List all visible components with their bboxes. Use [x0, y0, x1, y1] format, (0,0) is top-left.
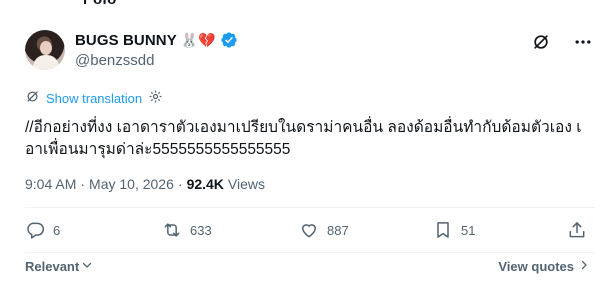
- bookmark-count: 51: [461, 222, 476, 238]
- sort-dropdown[interactable]: Relevant: [25, 259, 93, 274]
- chevron-down-icon: [81, 259, 93, 274]
- view-quotes-link[interactable]: View quotes: [498, 259, 590, 274]
- tweet-date[interactable]: May 10, 2026: [89, 176, 174, 192]
- share-icon: [567, 220, 587, 240]
- tweet-meta: 9:04 AM · May 10, 2026 · 92.4K Views: [25, 176, 265, 192]
- show-translation-row[interactable]: Show translation: [25, 89, 163, 107]
- tweet-header: BUGS BUNNY 🐰💔 @benzssdd: [25, 30, 595, 74]
- meta-separator: ·: [80, 176, 86, 192]
- name-row: BUGS BUNNY 🐰💔: [75, 31, 238, 49]
- views-count: 92.4K: [186, 176, 224, 192]
- user-handle[interactable]: @benzssdd: [75, 52, 154, 69]
- bookmark-button[interactable]: 51: [433, 220, 475, 240]
- reply-count: 6: [53, 222, 61, 238]
- reply-button[interactable]: 6: [25, 220, 60, 240]
- meta-separator-2: ·: [177, 176, 183, 192]
- view-quotes-label: View quotes: [498, 259, 574, 274]
- sort-label: Relevant: [25, 259, 80, 274]
- like-count: 887: [327, 222, 349, 238]
- replies-footer: Relevant View quotes: [25, 259, 590, 279]
- like-button[interactable]: 887: [299, 220, 349, 240]
- heart-icon: [299, 220, 319, 240]
- display-name[interactable]: BUGS BUNNY: [75, 32, 177, 49]
- bookmark-icon: [433, 220, 453, 240]
- reply-icon: [25, 220, 45, 240]
- avatar[interactable]: [25, 30, 65, 70]
- repost-icon: [162, 220, 182, 240]
- grok-icon[interactable]: [531, 32, 551, 52]
- tweet-time[interactable]: 9:04 AM: [25, 176, 76, 192]
- repost-button[interactable]: 633: [162, 220, 212, 240]
- divider-bottom: [25, 252, 595, 253]
- translate-globe-icon: [25, 89, 40, 107]
- tweet-actions: 6 633 887 51: [25, 220, 590, 248]
- header-actions: [531, 32, 593, 52]
- translation-settings-icon[interactable]: [148, 89, 163, 107]
- show-translation-link[interactable]: Show translation: [46, 91, 142, 106]
- views-label: Views: [227, 176, 266, 192]
- share-button[interactable]: [567, 220, 587, 240]
- verified-badge-icon[interactable]: [220, 31, 238, 49]
- more-options-icon[interactable]: [573, 32, 593, 52]
- tweet-text: //อีกอย่างที่งง เอาดาราตัวเองมาเปรียบในด…: [25, 119, 582, 158]
- chevron-right-icon: [578, 259, 590, 274]
- previous-content-partial: r ofo: [83, 0, 116, 8]
- name-emojis: 🐰💔: [180, 32, 216, 48]
- repost-count: 633: [190, 222, 212, 238]
- divider-top: [25, 207, 595, 208]
